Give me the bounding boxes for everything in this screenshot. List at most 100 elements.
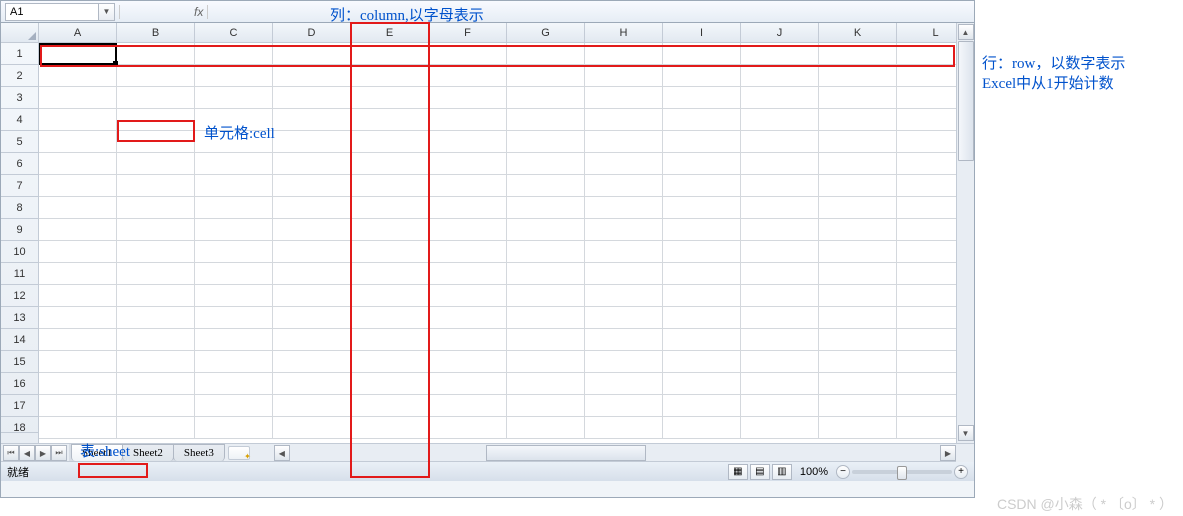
cell[interactable] bbox=[819, 417, 897, 439]
cell[interactable] bbox=[273, 65, 351, 87]
cell[interactable] bbox=[195, 175, 273, 197]
cell[interactable] bbox=[819, 373, 897, 395]
cell[interactable] bbox=[741, 175, 819, 197]
name-box[interactable]: A1 bbox=[5, 3, 99, 21]
cell[interactable] bbox=[663, 175, 741, 197]
cell[interactable] bbox=[39, 307, 117, 329]
column-header[interactable]: I bbox=[663, 23, 741, 42]
fx-icon[interactable]: fx bbox=[194, 5, 203, 19]
cell[interactable] bbox=[273, 241, 351, 263]
row-header[interactable]: 5 bbox=[1, 131, 38, 153]
cell[interactable] bbox=[819, 43, 897, 65]
column-header[interactable]: J bbox=[741, 23, 819, 42]
cell[interactable] bbox=[897, 241, 956, 263]
tab-first-button[interactable]: ⏮ bbox=[3, 445, 19, 461]
cell[interactable] bbox=[741, 43, 819, 65]
cell[interactable] bbox=[663, 307, 741, 329]
cell[interactable] bbox=[117, 87, 195, 109]
cell[interactable] bbox=[39, 43, 117, 65]
cell[interactable] bbox=[897, 373, 956, 395]
cell[interactable] bbox=[273, 417, 351, 439]
select-all-button[interactable] bbox=[1, 23, 39, 43]
row-header[interactable]: 10 bbox=[1, 241, 38, 263]
column-header[interactable]: G bbox=[507, 23, 585, 42]
cell[interactable] bbox=[195, 153, 273, 175]
cell[interactable] bbox=[897, 87, 956, 109]
cell[interactable] bbox=[585, 109, 663, 131]
cell[interactable] bbox=[663, 153, 741, 175]
cell[interactable] bbox=[897, 197, 956, 219]
row-header[interactable]: 12 bbox=[1, 285, 38, 307]
cell[interactable] bbox=[819, 87, 897, 109]
cell[interactable] bbox=[39, 175, 117, 197]
cell[interactable] bbox=[351, 43, 429, 65]
cell[interactable] bbox=[819, 153, 897, 175]
cell[interactable] bbox=[897, 263, 956, 285]
cell[interactable] bbox=[117, 307, 195, 329]
cell[interactable] bbox=[663, 109, 741, 131]
row-header[interactable]: 2 bbox=[1, 65, 38, 87]
cell[interactable] bbox=[39, 373, 117, 395]
cell[interactable] bbox=[273, 351, 351, 373]
cell[interactable] bbox=[819, 329, 897, 351]
cell[interactable] bbox=[117, 153, 195, 175]
cell[interactable] bbox=[39, 109, 117, 131]
cell[interactable] bbox=[741, 373, 819, 395]
cell[interactable] bbox=[741, 87, 819, 109]
scroll-up-button[interactable]: ▲ bbox=[958, 24, 974, 40]
cell[interactable] bbox=[819, 395, 897, 417]
cell[interactable] bbox=[273, 329, 351, 351]
cell[interactable] bbox=[741, 197, 819, 219]
cell[interactable] bbox=[741, 329, 819, 351]
cell[interactable] bbox=[897, 109, 956, 131]
cell[interactable] bbox=[741, 241, 819, 263]
cell[interactable] bbox=[429, 417, 507, 439]
cell[interactable] bbox=[663, 285, 741, 307]
cell[interactable] bbox=[507, 351, 585, 373]
row-header[interactable]: 14 bbox=[1, 329, 38, 351]
cell[interactable] bbox=[897, 329, 956, 351]
cell[interactable] bbox=[429, 153, 507, 175]
cell[interactable] bbox=[585, 241, 663, 263]
cell[interactable] bbox=[507, 395, 585, 417]
cell[interactable] bbox=[273, 87, 351, 109]
cell[interactable] bbox=[39, 219, 117, 241]
cell[interactable] bbox=[585, 351, 663, 373]
cell[interactable] bbox=[741, 307, 819, 329]
cell-grid[interactable] bbox=[39, 43, 956, 443]
cell[interactable] bbox=[741, 351, 819, 373]
cell[interactable] bbox=[351, 351, 429, 373]
cell[interactable] bbox=[195, 197, 273, 219]
cell[interactable] bbox=[507, 153, 585, 175]
cell[interactable] bbox=[351, 153, 429, 175]
cell[interactable] bbox=[819, 219, 897, 241]
scroll-left-button[interactable]: ◀ bbox=[274, 445, 290, 461]
cell[interactable] bbox=[39, 263, 117, 285]
cell[interactable] bbox=[663, 65, 741, 87]
cell[interactable] bbox=[117, 417, 195, 439]
cell[interactable] bbox=[585, 285, 663, 307]
cell[interactable] bbox=[429, 263, 507, 285]
cell[interactable] bbox=[663, 417, 741, 439]
cell[interactable] bbox=[273, 285, 351, 307]
cell[interactable] bbox=[429, 307, 507, 329]
cell[interactable] bbox=[195, 241, 273, 263]
cell[interactable] bbox=[741, 109, 819, 131]
cell[interactable] bbox=[117, 373, 195, 395]
cell[interactable] bbox=[273, 175, 351, 197]
column-header[interactable]: C bbox=[195, 23, 273, 42]
tab-prev-button[interactable]: ◀ bbox=[19, 445, 35, 461]
hscroll-thumb[interactable] bbox=[486, 445, 646, 461]
row-header[interactable]: 17 bbox=[1, 395, 38, 417]
cell[interactable] bbox=[585, 131, 663, 153]
cell[interactable] bbox=[429, 373, 507, 395]
cell[interactable] bbox=[507, 219, 585, 241]
cell[interactable] bbox=[429, 285, 507, 307]
row-header[interactable]: 3 bbox=[1, 87, 38, 109]
cell[interactable] bbox=[585, 43, 663, 65]
cell[interactable] bbox=[117, 395, 195, 417]
cell[interactable] bbox=[273, 307, 351, 329]
cell[interactable] bbox=[195, 285, 273, 307]
cell[interactable] bbox=[351, 87, 429, 109]
cell[interactable] bbox=[819, 109, 897, 131]
